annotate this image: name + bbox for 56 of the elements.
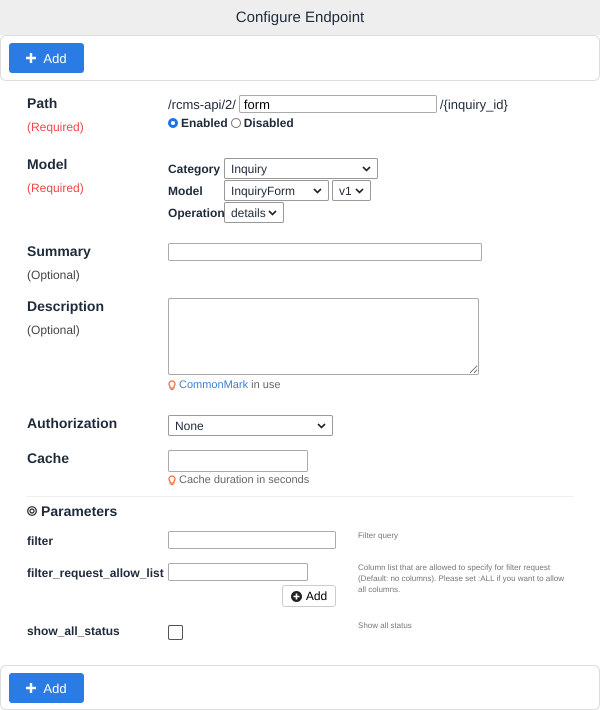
field-label: Model xyxy=(27,156,68,172)
help-text: Filter query xyxy=(358,531,400,542)
parameter-name: filter xyxy=(27,534,54,549)
hint-text: CommonMark in use xyxy=(179,379,280,391)
field-label: Authorization xyxy=(27,415,118,433)
text-area[interactable] xyxy=(168,298,479,375)
radio-button[interactable] xyxy=(230,118,241,128)
hint-text: Cache duration in seconds xyxy=(179,474,310,486)
caret-icon xyxy=(355,188,364,194)
optional-note: (Optional) xyxy=(27,323,81,337)
path-suffix: /{inquiry_id} xyxy=(440,96,508,112)
field-label: Category xyxy=(168,162,222,176)
radio-label: Disabled xyxy=(244,116,294,130)
section-title: Parameters xyxy=(41,503,118,519)
radio-label: Enabled xyxy=(181,116,228,130)
add-button[interactable]: Add xyxy=(282,585,336,607)
lightbulb-icon xyxy=(168,474,176,486)
required-note: (Required) xyxy=(27,120,85,134)
plus-icon xyxy=(26,683,36,693)
add-button[interactable]: Add xyxy=(9,673,84,703)
field-label: Description xyxy=(27,298,106,314)
field-label: Summary xyxy=(27,243,92,259)
lightbulb-icon xyxy=(168,380,176,390)
radio-button[interactable] xyxy=(168,118,178,128)
dropdown[interactable]: None xyxy=(168,415,333,436)
field-label: Path xyxy=(27,95,58,111)
field-label: Model xyxy=(168,184,204,198)
checkbox[interactable] xyxy=(168,625,183,640)
target-icon xyxy=(27,506,37,516)
caret-icon xyxy=(313,188,322,194)
optional-note: (Optional) xyxy=(27,268,81,282)
plus-circle-icon xyxy=(290,590,302,602)
add-button[interactable]: Add xyxy=(9,43,84,73)
parameter-name: filter_request_allow_list xyxy=(27,566,165,582)
window-title: Configure Endpoint xyxy=(236,9,364,26)
parameter-name: show_all_status xyxy=(27,624,121,640)
input-field[interactable] xyxy=(168,243,482,261)
path-prefix: /rcms-api/2/ xyxy=(168,96,236,112)
input-field[interactable] xyxy=(168,563,308,581)
dropdown[interactable]: v1 xyxy=(332,180,371,201)
caret-icon xyxy=(362,166,371,172)
help-text: Show all status xyxy=(358,621,413,632)
field-label: Cache xyxy=(27,450,70,468)
input-field[interactable] xyxy=(168,450,308,472)
caret-icon xyxy=(317,422,326,428)
plus-icon xyxy=(26,53,36,63)
dropdown[interactable]: Inquiry xyxy=(224,158,378,179)
input-field[interactable]: form xyxy=(238,95,437,113)
link[interactable]: CommonMark xyxy=(179,379,248,391)
required-note: (Required) xyxy=(27,181,85,195)
dropdown[interactable]: InquiryForm xyxy=(224,180,329,201)
caret-icon xyxy=(268,210,277,216)
dropdown[interactable]: details xyxy=(224,202,284,223)
help-text: Column list that are allowed to specify for filter request (Default: no columns). Please set :ALL if you want to allow all columns. xyxy=(358,563,566,596)
field-label: Operation xyxy=(168,206,224,220)
input-field[interactable] xyxy=(168,531,336,549)
